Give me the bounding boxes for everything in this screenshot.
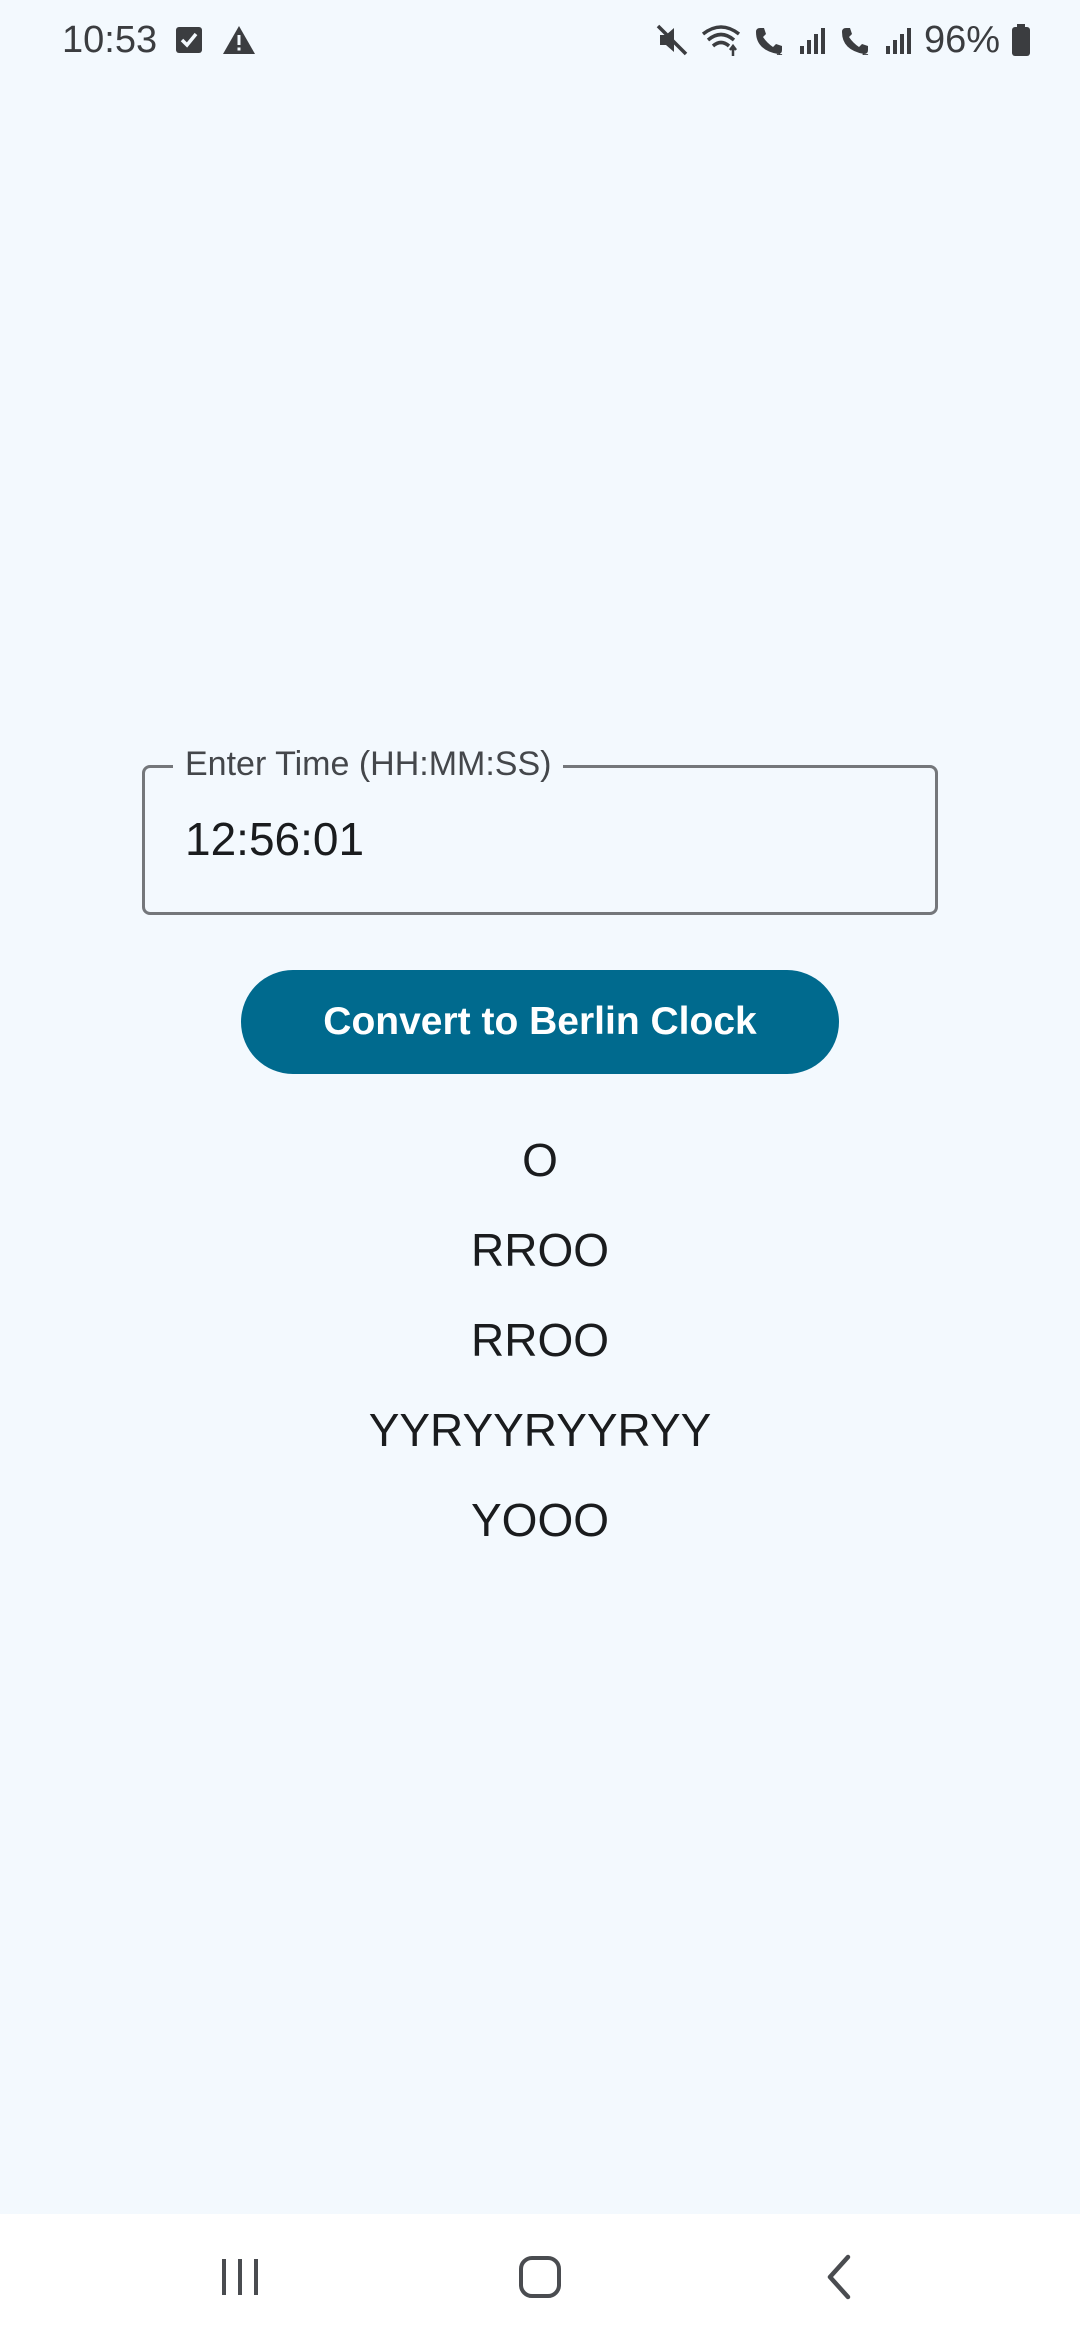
home-button[interactable] xyxy=(465,2227,615,2327)
warning-icon xyxy=(221,24,257,56)
five-minutes-row: YYRYYRYYRYY xyxy=(368,1404,712,1456)
battery-icon xyxy=(1010,22,1032,58)
time-input-label: Enter Time (HH:MM:SS) xyxy=(173,742,564,786)
navigation-bar xyxy=(0,2214,1080,2340)
recent-apps-icon xyxy=(222,2259,258,2295)
wifi-call-sim1-icon: 1 xyxy=(752,22,788,58)
convert-button[interactable]: Convert to Berlin Clock xyxy=(241,970,839,1074)
signal-icon xyxy=(884,22,914,58)
signal-icon xyxy=(798,22,828,58)
status-time: 10:53 xyxy=(62,18,158,61)
five-hours-row: RROO xyxy=(471,1224,609,1276)
time-input-field[interactable]: Enter Time (HH:MM:SS) xyxy=(142,742,938,915)
status-bar: 10:53 1 2 96% xyxy=(0,0,1080,80)
wifi-icon xyxy=(700,22,742,58)
time-input[interactable] xyxy=(185,812,885,866)
back-icon xyxy=(827,2254,851,2300)
wifi-call-sim2-icon: 2 xyxy=(838,22,874,58)
mute-icon xyxy=(654,22,690,58)
single-hours-row: RROO xyxy=(471,1314,609,1366)
seconds-lamp-row: O xyxy=(522,1134,558,1186)
recent-apps-button[interactable] xyxy=(165,2227,315,2327)
status-bar-left: 10:53 xyxy=(62,19,257,62)
berlin-clock-result: O RROO RROO YYRYYRYYRYY YOOO xyxy=(0,1130,1080,1580)
battery-percent: 96% xyxy=(923,18,1000,61)
single-minutes-row: YOOO xyxy=(470,1494,610,1546)
svg-text:2: 2 xyxy=(862,44,869,58)
home-icon xyxy=(519,2256,561,2298)
back-button[interactable] xyxy=(765,2227,915,2327)
status-bar-right: 1 2 96% xyxy=(654,19,1032,62)
svg-text:1: 1 xyxy=(776,44,783,58)
checkbox-notification-icon xyxy=(175,24,203,56)
